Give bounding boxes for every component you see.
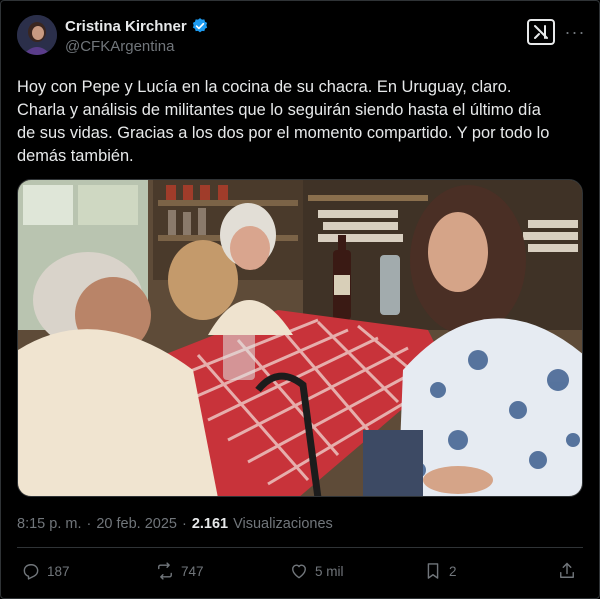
tweet-meta: 8:15 p. m. · 20 feb. 2025 · 2.161 Visual… [17, 516, 333, 532]
more-button[interactable]: ··· [563, 19, 587, 45]
heart-icon [292, 564, 306, 579]
tweet-text: Hoy con Pepe y Lucía en la cocina de su … [17, 78, 550, 165]
tweet-photo[interactable] [17, 179, 583, 497]
reply-icon [23, 564, 39, 580]
like-button[interactable]: 5 mil [289, 561, 344, 581]
action-bar: 187 747 5 mil 2 [17, 561, 583, 587]
author-handle[interactable]: @CFKArgentina [65, 38, 174, 55]
tweet-date[interactable]: 20 feb. 2025 [96, 516, 177, 532]
repost-count: 747 [181, 563, 204, 579]
grok-button[interactable] [527, 19, 555, 45]
bookmark-button[interactable]: 2 [423, 561, 457, 581]
verified-badge-icon [191, 17, 209, 35]
like-count: 5 mil [315, 563, 344, 579]
bookmark-count: 2 [449, 563, 457, 579]
avatar[interactable] [17, 15, 57, 55]
reply-button[interactable]: 187 [21, 561, 70, 581]
share-button[interactable] [557, 561, 577, 581]
share-icon [560, 562, 574, 578]
views-count: 2.161 [191, 516, 229, 532]
repost-icon [158, 562, 172, 580]
divider [17, 547, 583, 548]
author-display-name[interactable]: Cristina Kirchner [65, 18, 187, 35]
bookmark-icon [427, 563, 439, 579]
meta-separator: · [86, 516, 92, 532]
grok-icon [534, 25, 548, 39]
tweet-card: Cristina Kirchner @CFKArgentina ··· Hoy … [0, 0, 600, 599]
photo-image [18, 180, 582, 496]
views-label: Visualizaciones [233, 516, 333, 532]
more-icon: ··· [564, 21, 586, 42]
repost-button[interactable]: 747 [155, 561, 204, 581]
meta-separator: · [181, 516, 187, 532]
tweet-time[interactable]: 8:15 p. m. [17, 516, 81, 532]
reply-count: 187 [47, 563, 70, 579]
author-name-row: Cristina Kirchner [65, 17, 209, 35]
